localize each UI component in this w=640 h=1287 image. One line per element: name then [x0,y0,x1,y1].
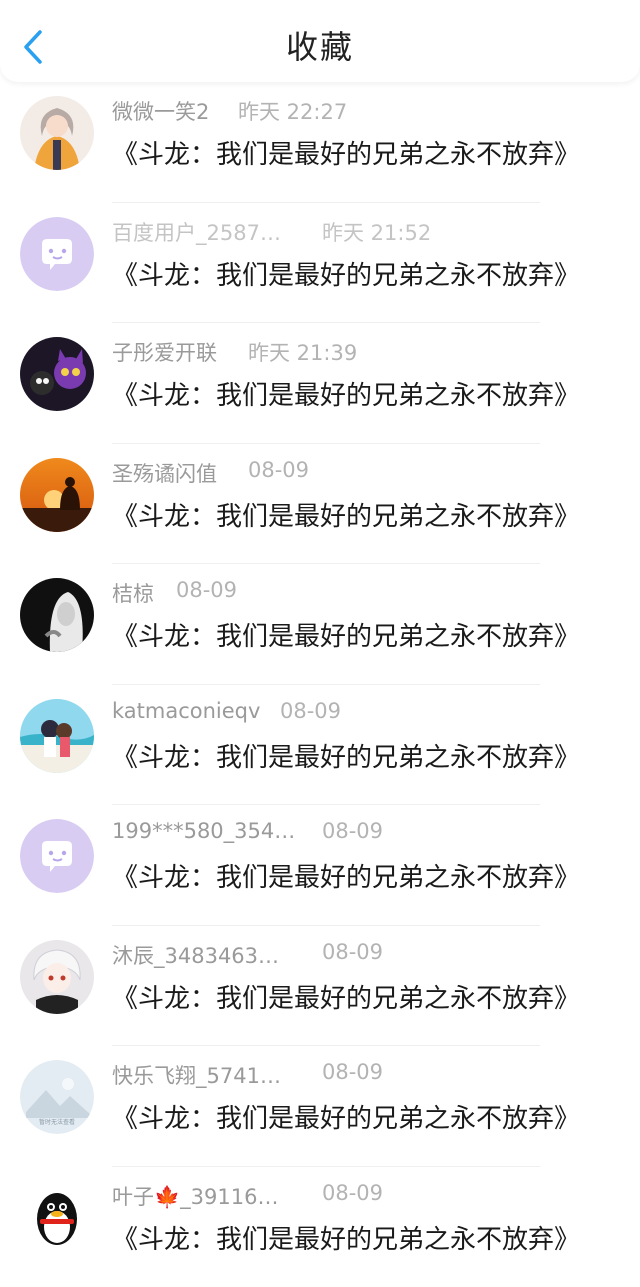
favorite-content[interactable]: 《斗龙：我们是最好的兄弟之永不放弃》 [112,857,580,894]
list-item[interactable]: 叶子🍁_39116… 08-09 《斗龙：我们是最好的兄弟之永不放弃》 [0,1167,640,1287]
favorite-content[interactable]: 《斗龙：我们是最好的兄弟之永不放弃》 [112,978,580,1015]
timestamp: 昨天 22:27 [238,96,347,126]
timestamp: 08-09 [248,458,309,482]
item-meta: 桔椋 08-09 [112,578,154,610]
user-name[interactable]: 百度用户_2587… [112,217,281,247]
avatar[interactable] [20,819,94,893]
list-item[interactable]: 桔椋 08-09 《斗龙：我们是最好的兄弟之永不放弃》 [0,564,640,685]
list-item[interactable]: 199***580_354… 08-09 《斗龙：我们是最好的兄弟之永不放弃》 [0,805,640,926]
user-name[interactable]: 圣殇谲闪值 [112,458,217,488]
user-name[interactable]: 叶子🍁_39116… [112,1181,278,1211]
avatar[interactable] [20,458,94,532]
item-meta: katmaconieqv 08-09 [112,699,260,731]
top-bar: 收藏 [0,0,640,82]
placeholder-image-avatar-icon: 暂时无法查看 [20,1060,94,1134]
timestamp: 08-09 [322,940,383,964]
item-meta: 子彤爱开联 昨天 21:39 [112,337,217,369]
avatar[interactable]: 暂时无法查看 [20,1060,94,1134]
dark-portrait-avatar-icon [20,578,94,652]
list-item[interactable]: katmaconieqv 08-09 《斗龙：我们是最好的兄弟之永不放弃》 [0,685,640,806]
sunset-buddha-avatar-icon [20,458,94,532]
avatar[interactable] [20,337,94,411]
item-meta: 叶子🍁_39116… 08-09 [112,1181,278,1213]
avatar[interactable] [20,217,94,291]
user-name[interactable]: 桔椋 [112,578,154,608]
favorite-content[interactable]: 《斗龙：我们是最好的兄弟之永不放弃》 [112,737,580,774]
list-item[interactable]: 暂时无法查看 快乐飞翔_5741… 08-09 《斗龙：我们是最好的兄弟之永不放… [0,1046,640,1167]
favorites-list: 微微一笑2 昨天 22:27 《斗龙：我们是最好的兄弟之永不放弃》 百度用户_2… [0,82,640,1287]
cartoon-cats-avatar-icon [20,337,94,411]
beach-couple-avatar-icon [20,699,94,773]
item-meta: 快乐飞翔_5741… 08-09 [112,1060,281,1092]
user-name[interactable]: 199***580_354… [112,819,295,843]
favorite-content[interactable]: 《斗龙：我们是最好的兄弟之永不放弃》 [112,1219,580,1256]
list-item[interactable]: 子彤爱开联 昨天 21:39 《斗龙：我们是最好的兄弟之永不放弃》 [0,323,640,444]
list-item[interactable]: 圣殇谲闪值 08-09 《斗龙：我们是最好的兄弟之永不放弃》 [0,444,640,565]
avatar[interactable] [20,940,94,1014]
avatar[interactable] [20,96,94,170]
list-item[interactable]: 微微一笑2 昨天 22:27 《斗龙：我们是最好的兄弟之永不放弃》 [0,82,640,203]
favorite-content[interactable]: 《斗龙：我们是最好的兄弟之永不放弃》 [112,255,580,292]
favorite-content[interactable]: 《斗龙：我们是最好的兄弟之永不放弃》 [112,616,580,653]
user-name[interactable]: 微微一笑2 [112,96,209,126]
favorite-content[interactable]: 《斗龙：我们是最好的兄弟之永不放弃》 [112,1098,580,1135]
timestamp: 08-09 [280,699,341,723]
item-meta: 沐辰_3483463… 08-09 [112,940,279,972]
avatar[interactable] [20,699,94,773]
favorite-content[interactable]: 《斗龙：我们是最好的兄弟之永不放弃》 [112,134,580,171]
list-item[interactable]: 百度用户_2587… 昨天 21:52 《斗龙：我们是最好的兄弟之永不放弃》 [0,203,640,324]
timestamp: 08-09 [322,819,383,843]
favorite-content[interactable]: 《斗龙：我们是最好的兄弟之永不放弃》 [112,375,580,412]
placeholder-caption: 暂时无法查看 [39,1118,75,1126]
penguin-avatar-icon [20,1181,94,1255]
timestamp: 08-09 [176,578,237,602]
timestamp: 08-09 [322,1181,383,1205]
avatar[interactable] [20,578,94,652]
user-name[interactable]: 子彤爱开联 [112,337,217,367]
user-name[interactable]: katmaconieqv [112,699,260,723]
page-title: 收藏 [0,22,640,68]
item-meta: 百度用户_2587… 昨天 21:52 [112,217,281,249]
timestamp: 08-09 [322,1060,383,1084]
avatar[interactable] [20,1181,94,1255]
item-meta: 圣殇谲闪值 08-09 [112,458,217,490]
list-item[interactable]: 沐辰_3483463… 08-09 《斗龙：我们是最好的兄弟之永不放弃》 [0,926,640,1047]
default-chat-avatar-icon [20,217,94,291]
favorite-content[interactable]: 《斗龙：我们是最好的兄弟之永不放弃》 [112,496,580,533]
anime-girl-avatar-icon [20,96,94,170]
item-meta: 微微一笑2 昨天 22:27 [112,96,209,128]
default-chat-avatar-icon [20,819,94,893]
item-meta: 199***580_354… 08-09 [112,819,295,851]
timestamp: 昨天 21:39 [248,337,357,367]
timestamp: 昨天 21:52 [322,217,431,247]
anime-boy-avatar-icon [20,940,94,1014]
user-name[interactable]: 沐辰_3483463… [112,940,279,970]
user-name[interactable]: 快乐飞翔_5741… [112,1060,281,1090]
